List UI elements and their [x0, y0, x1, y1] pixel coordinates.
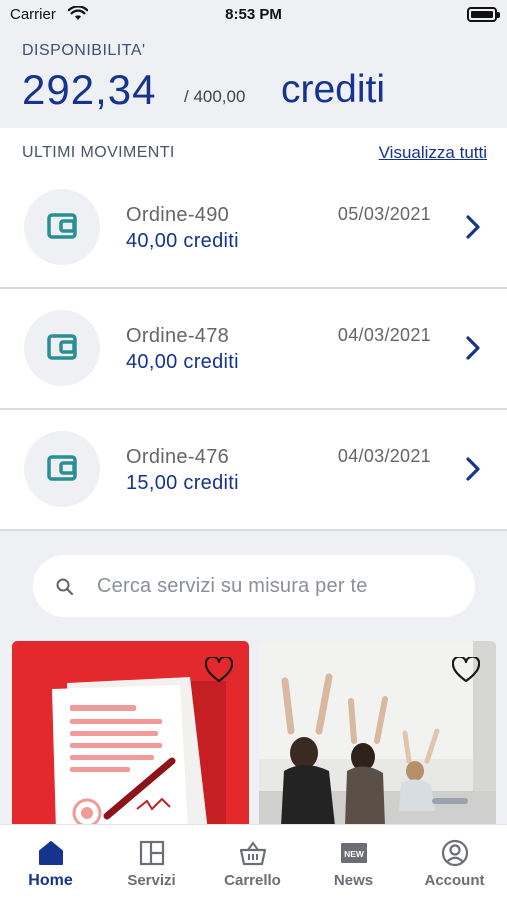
movements-header: ULTIMI MOVIMENTI Visualizza tutti	[0, 128, 507, 168]
clock-time: 8:53 PM	[225, 6, 282, 23]
wallet-icon	[24, 189, 100, 265]
tab-label: Home	[28, 872, 73, 889]
transaction-name: Ordine-476	[126, 446, 230, 468]
search-placeholder: Cerca servizi su misura per te	[97, 575, 368, 597]
tab-account[interactable]: Account	[404, 825, 505, 900]
grid-icon	[139, 840, 165, 866]
transaction-amount: 15,00 crediti	[126, 472, 239, 494]
svg-text:NEW: NEW	[344, 849, 365, 859]
balance-unit: crediti	[281, 68, 386, 111]
status-bar: Carrier 8:53 PM	[0, 0, 507, 32]
services-section: Cerca servizi su misura per te	[0, 531, 507, 826]
balance-amount: 292,34	[22, 66, 157, 113]
transaction-row[interactable]: Ordine-476 15,00 crediti 04/03/2021	[0, 410, 507, 531]
balance-total: / 400,00	[184, 87, 246, 106]
transaction-name: Ordine-478	[126, 325, 230, 347]
tab-bar: Home Servizi Carrello NEW News Account	[0, 824, 507, 900]
news-icon: NEW	[341, 843, 367, 863]
wallet-icon	[24, 310, 100, 386]
balance-summary: DISPONIBILITA' 292,34 / 400,00 crediti	[0, 32, 507, 128]
tab-label: Account	[424, 872, 485, 889]
heart-icon[interactable]	[204, 655, 234, 688]
tab-label: Carrello	[224, 872, 281, 889]
tab-label: Servizi	[127, 872, 176, 889]
home-icon	[39, 841, 63, 865]
view-all-link[interactable]: Visualizza tutti	[379, 143, 487, 163]
tab-servizi[interactable]: Servizi	[101, 825, 202, 900]
transaction-date: 05/03/2021	[337, 204, 431, 224]
tab-home[interactable]: Home	[0, 825, 101, 900]
transaction-amount: 40,00 crediti	[126, 351, 239, 373]
chevron-right-icon[interactable]	[465, 214, 481, 245]
basket-icon	[239, 841, 267, 866]
chevron-right-icon[interactable]	[465, 456, 481, 487]
chevron-right-icon[interactable]	[465, 335, 481, 366]
transaction-date: 04/03/2021	[337, 446, 431, 466]
transaction-row[interactable]: Ordine-478 40,00 crediti 04/03/2021	[0, 289, 507, 410]
transaction-amount: 40,00 crediti	[126, 230, 239, 252]
battery-icon	[467, 7, 500, 22]
transaction-name: Ordine-490	[126, 204, 230, 226]
balance-label: DISPONIBILITA'	[22, 42, 146, 59]
movements-title: ULTIMI MOVIMENTI	[22, 144, 175, 161]
transaction-date: 04/03/2021	[337, 325, 431, 345]
wallet-icon	[24, 431, 100, 507]
heart-icon[interactable]	[451, 655, 481, 688]
transaction-row[interactable]: Ordine-490 40,00 crediti 05/03/2021	[0, 168, 507, 289]
transaction-list: Ordine-490 40,00 crediti 05/03/2021 Ordi…	[0, 168, 507, 531]
service-card[interactable]	[12, 641, 249, 826]
search-icon	[55, 577, 75, 602]
service-card[interactable]	[259, 641, 496, 826]
account-icon	[441, 839, 469, 867]
tab-carrello[interactable]: Carrello	[202, 825, 303, 900]
tab-label: News	[333, 872, 374, 889]
search-input[interactable]: Cerca servizi su misura per te	[33, 555, 475, 617]
tab-news[interactable]: NEW News	[303, 825, 404, 900]
